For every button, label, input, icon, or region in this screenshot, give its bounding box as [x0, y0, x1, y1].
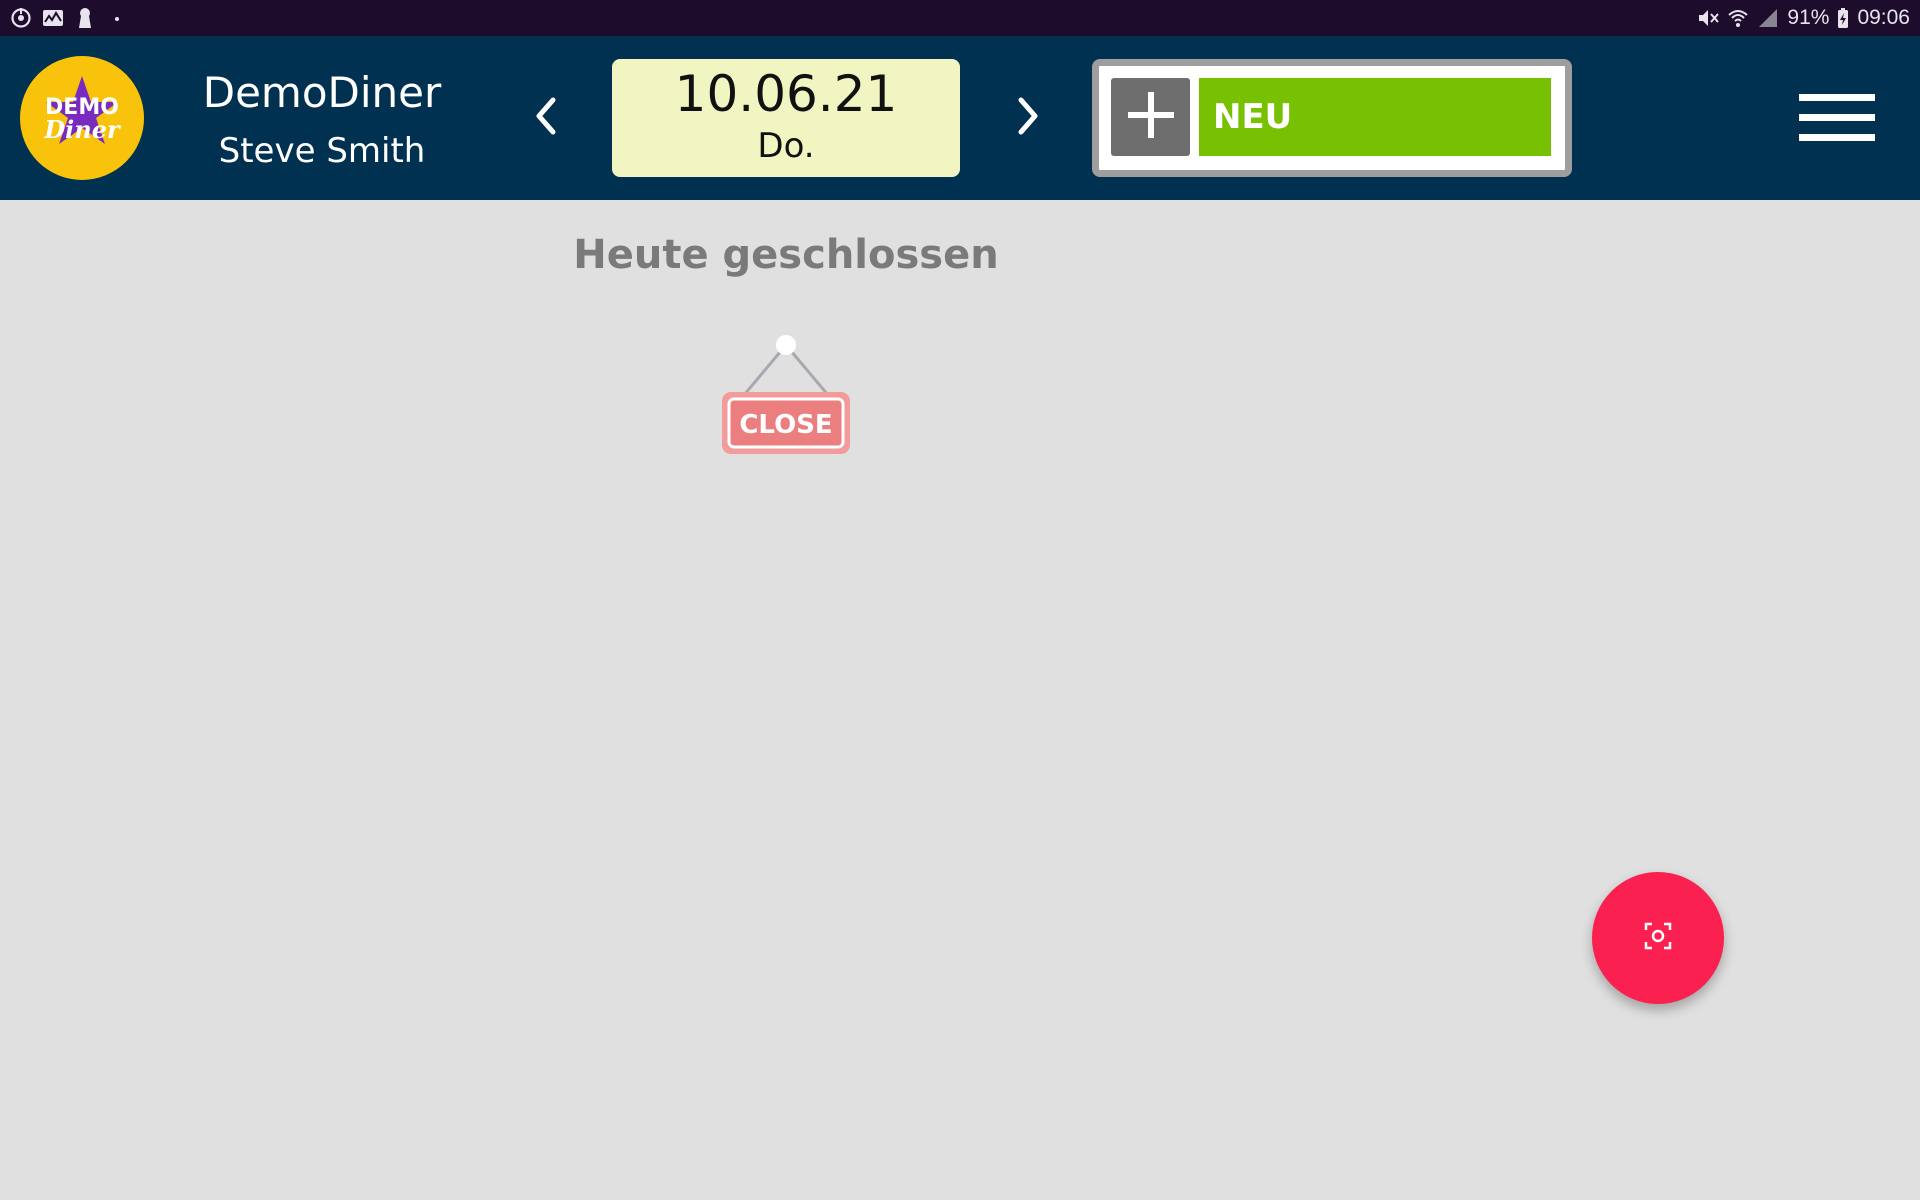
add-button[interactable]	[1111, 78, 1190, 156]
signal-icon	[1757, 7, 1779, 29]
scan-icon	[1643, 921, 1673, 955]
app-header: DEMO Diner DemoDiner Steve Smith 10.06.2…	[0, 36, 1920, 200]
keyhole-icon	[74, 7, 96, 29]
closed-message: Heute geschlossen	[573, 232, 999, 278]
previous-day-button[interactable]	[518, 90, 574, 146]
svg-text:Diner: Diner	[43, 115, 122, 144]
battery-icon	[1837, 7, 1849, 29]
close-sign-text: CLOSE	[739, 410, 832, 440]
new-button[interactable]: NEU	[1199, 78, 1551, 156]
close-sign-icon: CLOSE	[716, 330, 856, 460]
activity-icon	[42, 7, 64, 29]
scan-button[interactable]	[1592, 872, 1724, 1004]
chevron-right-icon	[1013, 96, 1043, 140]
app-name: DemoDiner	[202, 68, 442, 117]
demo-diner-logo: DEMO Diner	[20, 56, 144, 180]
dot-icon	[106, 7, 128, 29]
date-picker[interactable]: 10.06.21 Do.	[612, 59, 960, 177]
new-entry-group: NEU	[1092, 59, 1572, 177]
mute-icon	[1697, 7, 1720, 29]
user-name: Steve Smith	[218, 131, 426, 171]
status-bar: 91% 09:06	[0, 0, 1920, 36]
chevron-left-icon	[531, 96, 561, 140]
sync-icon	[10, 7, 32, 29]
battery-percent: 91%	[1787, 6, 1830, 29]
date-value: 10.06.21	[674, 65, 898, 123]
hamburger-menu-icon[interactable]	[1790, 88, 1878, 148]
plus-icon	[1126, 90, 1176, 144]
status-bar-left	[10, 7, 128, 29]
next-day-button[interactable]	[1000, 90, 1056, 146]
clock: 09:06	[1857, 6, 1910, 29]
status-bar-right: 91% 09:06	[1697, 6, 1910, 30]
wifi-icon	[1727, 7, 1749, 29]
weekday-value: Do.	[757, 126, 815, 166]
